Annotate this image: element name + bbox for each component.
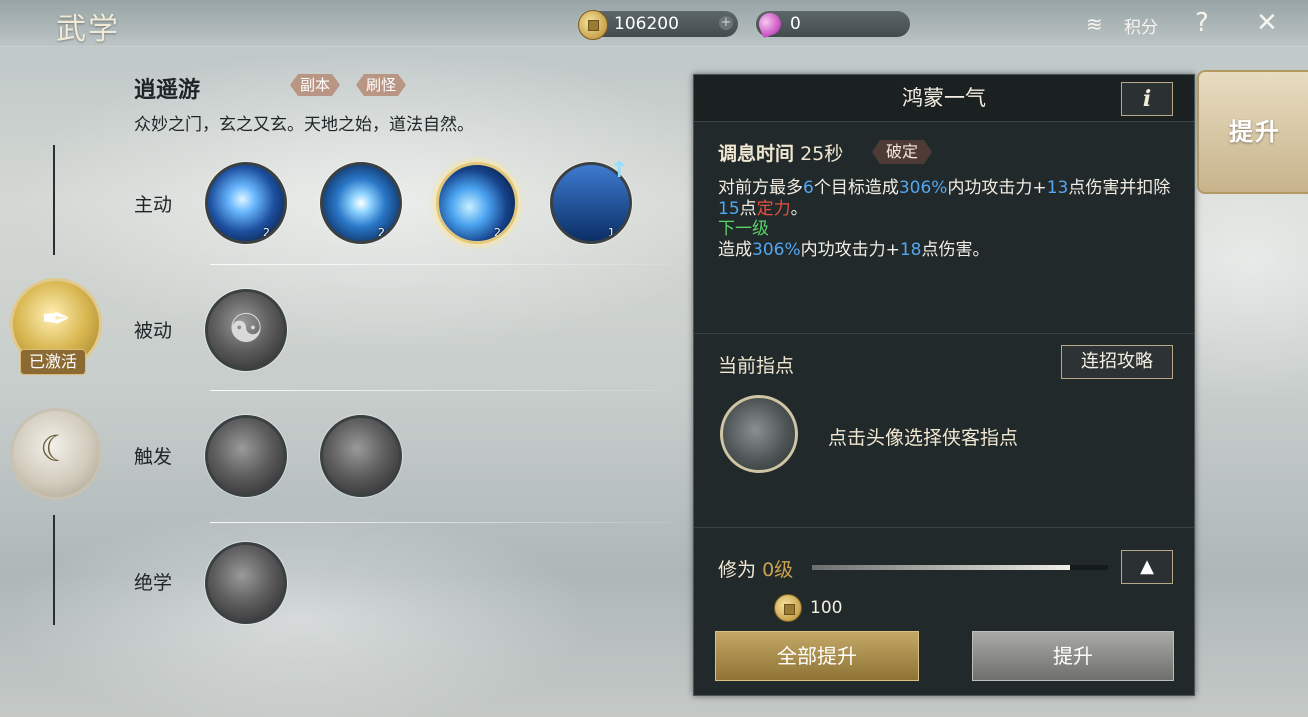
cultivation-progress-fill <box>812 565 1070 570</box>
row-divider <box>210 390 670 391</box>
help-icon[interactable]: ? <box>1195 8 1209 38</box>
upgrade-button[interactable]: 提升 <box>972 631 1174 681</box>
side-tab-label: 提升 <box>1229 118 1281 146</box>
desc-text: 内功攻击力+ <box>947 178 1047 198</box>
mentor-avatar[interactable] <box>720 395 798 473</box>
tag-dungeon: 副本 <box>290 74 340 96</box>
section-divider <box>694 527 1194 528</box>
row-divider <box>210 264 670 265</box>
row-label-passive: 被动 <box>134 320 173 342</box>
gem-amount: 0 <box>790 14 801 34</box>
desc-num: 306% <box>752 239 801 260</box>
row-label-active: 主动 <box>134 194 173 216</box>
connector-line <box>53 515 55 625</box>
skill-description: 对前方最多6个目标造成306%内功攻击力+13点伤害并扣除15点定力。 下一级 … <box>718 178 1178 260</box>
cultivation-label: 修为 <box>718 559 757 581</box>
desc-text: 个目标造成 <box>813 178 899 198</box>
category-tab-2[interactable]: ☾ <box>10 408 102 500</box>
upgrade-all-button[interactable]: 全部提升 <box>715 631 919 681</box>
gem-currency: 0 <box>755 9 910 39</box>
close-icon[interactable]: ✕ <box>1256 8 1278 38</box>
section-divider <box>694 333 1194 334</box>
gem-icon <box>755 9 785 39</box>
break-tag: 破定 <box>872 140 932 164</box>
activated-badge: 已激活 <box>20 349 86 375</box>
top-bar: 武学 106200 + 0 ≋ 积分 ? ✕ <box>0 0 1308 47</box>
upgrade-arrow-icon: ↑ <box>610 158 629 183</box>
yin-yang-icon: ☯ <box>228 306 264 352</box>
active-skill-3-selected[interactable]: 2 <box>436 162 518 244</box>
passive-skill-1[interactable]: ☯ <box>205 289 287 371</box>
desc-num: 306% <box>898 178 948 198</box>
cultivation-progress-bar <box>812 565 1108 570</box>
trigger-skill-2[interactable] <box>320 415 402 497</box>
next-level-label: 下一级 <box>718 219 769 239</box>
cooldown-value: 25秒 <box>800 143 844 165</box>
skill-level: 1 <box>608 226 615 239</box>
copper-coin-icon <box>578 10 608 40</box>
copper-coin-icon <box>774 594 802 622</box>
school-name: 逍遥游 <box>134 77 201 103</box>
upgrade-cost: 100 <box>810 598 843 618</box>
active-skill-1[interactable]: 2 <box>205 162 287 244</box>
school-motto: 众妙之门，玄之又玄。天地之始，道法自然。 <box>134 115 474 135</box>
cultivation: 修为 0级 <box>718 555 793 582</box>
desc-text: 点伤害。 <box>921 239 990 260</box>
combo-guide-button[interactable]: 连招攻略 <box>1061 345 1173 379</box>
cultivation-level: 0级 <box>762 559 794 581</box>
side-tab-upgrade[interactable]: 提升 <box>1197 70 1308 194</box>
brush-icon: ✒ <box>40 299 72 340</box>
desc-num: 6 <box>803 178 814 198</box>
copper-currency: 106200 + <box>578 10 738 40</box>
desc-text: 。 <box>790 198 808 219</box>
desc-text: 点伤害并扣除 <box>1068 178 1171 198</box>
add-copper-button[interactable]: + <box>719 16 733 30</box>
skill-detail-panel: 鸿蒙一气 i 调息时间 25秒 破定 对前方最多6个目标造成306%内功攻击力+… <box>693 74 1195 696</box>
desc-keyword: 定力 <box>756 198 791 219</box>
desc-text: 点 <box>739 198 757 219</box>
skill-level: 2 <box>263 226 270 239</box>
row-divider <box>210 522 670 523</box>
page-title: 武学 <box>56 12 120 47</box>
crescent-icon: ☾ <box>39 429 73 470</box>
ultimate-skill-1[interactable] <box>205 542 287 624</box>
connector-line <box>53 145 55 255</box>
row-label-ultimate: 绝学 <box>134 572 173 594</box>
skill-title: 鸿蒙一气 <box>694 75 1194 122</box>
mentor-hint: 点击头像选择侠客指点 <box>828 427 1019 449</box>
copper-amount: 106200 <box>614 14 679 34</box>
desc-text: 造成 <box>718 239 752 260</box>
raise-level-button[interactable]: ▲ <box>1121 550 1173 584</box>
desc-num: 15 <box>718 198 740 219</box>
row-label-trigger: 触发 <box>134 446 173 468</box>
desc-num: 18 <box>899 239 922 260</box>
desc-text: 内功攻击力+ <box>800 239 900 260</box>
mentor-label: 当前指点 <box>718 355 795 377</box>
next-level-desc: 造成306%内功攻击力+18点伤害。 <box>718 240 1178 261</box>
skill-level: 2 <box>378 226 385 239</box>
points-label[interactable]: 积分 <box>1124 13 1158 38</box>
desc-num: 13 <box>1046 178 1069 198</box>
points-icon[interactable]: ≋ <box>1086 12 1103 36</box>
desc-text: 对前方最多 <box>718 178 803 198</box>
skill-level: 2 <box>494 226 501 239</box>
tag-grind: 刷怪 <box>356 74 406 96</box>
info-button[interactable]: i <box>1121 82 1173 116</box>
cooldown: 调息时间 25秒 <box>718 139 843 166</box>
cooldown-label: 调息时间 <box>718 143 795 165</box>
trigger-skill-1[interactable] <box>205 415 287 497</box>
active-skill-2[interactable]: 2 <box>320 162 402 244</box>
